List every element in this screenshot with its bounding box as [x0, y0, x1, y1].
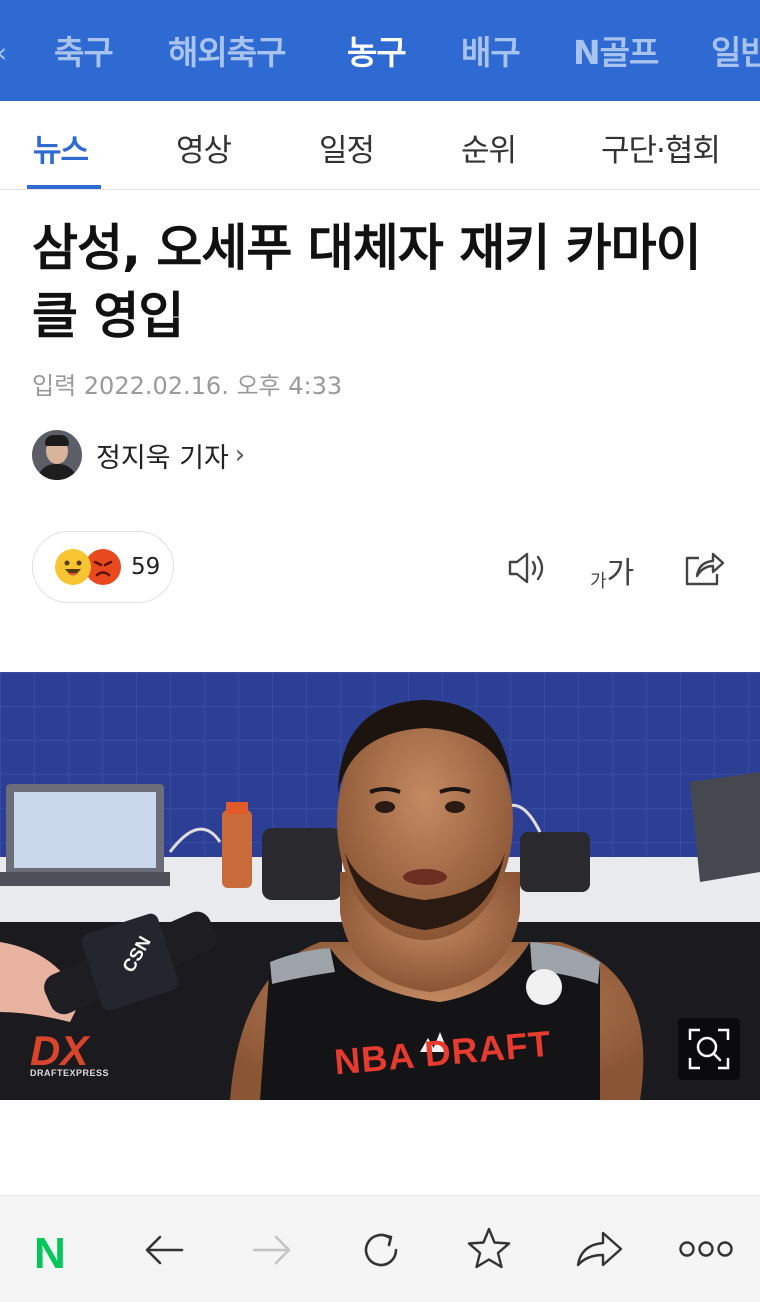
author-link[interactable]: 정지욱 기자 ›	[32, 430, 245, 480]
article-photo[interactable]: NBA DRAFT DX DRAFTEXPRESS CSN	[0, 672, 760, 1100]
smile-emoji-icon	[55, 549, 91, 585]
share-icon	[685, 552, 725, 586]
star-icon	[467, 1227, 511, 1269]
chevron-right-icon: ›	[234, 440, 246, 470]
article-title: 삼성, 오세푸 대체자 재키 카마이클 영입	[32, 219, 702, 345]
sport-category-nav: ‹ 축구 해외축구 농구 배구 N골프 일반	[0, 0, 760, 101]
font-size-small-label: 가	[590, 571, 607, 592]
sport-tab-volleyball[interactable]: 배구	[461, 26, 521, 74]
author-avatar	[32, 430, 82, 480]
reaction-count: 59	[131, 554, 161, 580]
text-to-speech-button[interactable]	[507, 550, 549, 590]
sport-tab-golf[interactable]: N골프	[573, 26, 659, 74]
share-page-button[interactable]	[573, 1225, 625, 1277]
forward-button[interactable]	[248, 1226, 296, 1278]
bookmark-button[interactable]	[464, 1224, 514, 1278]
share-button[interactable]	[683, 548, 725, 592]
sport-tab-basketball[interactable]: 농구	[347, 26, 407, 74]
tab-video[interactable]: 영상	[176, 125, 232, 170]
zoom-search-icon	[688, 1028, 730, 1070]
reload-icon	[364, 1233, 398, 1267]
font-size-large-label: 가	[606, 556, 635, 591]
author-name: 정지욱 기자	[96, 442, 229, 474]
sport-tab-overseas-soccer[interactable]: 해외축구	[168, 26, 286, 74]
more-menu-button[interactable]	[678, 1234, 734, 1268]
reaction-button[interactable]: 59	[32, 531, 174, 603]
naver-home-button[interactable]: N	[34, 1229, 66, 1279]
tab-schedule[interactable]: 일정	[319, 125, 375, 170]
sport-tab-general[interactable]: 일반	[711, 26, 760, 74]
active-tab-indicator	[27, 185, 101, 189]
tab-teams[interactable]: 구단·협회	[601, 125, 721, 170]
sport-tab-soccer[interactable]: 축구	[54, 26, 114, 74]
more-dots-icon	[679, 1241, 733, 1257]
arrow-left-icon	[145, 1235, 184, 1265]
forward-share-icon	[576, 1231, 623, 1267]
speaker-icon	[508, 552, 544, 584]
arrow-right-icon	[252, 1235, 291, 1265]
tab-ranking[interactable]: 순위	[461, 125, 517, 170]
section-tabs: 뉴스 영상 일정 순위 구단·협회	[0, 101, 760, 190]
article-date: 입력 2022.02.16. 오후 4:33	[32, 372, 343, 400]
tab-news[interactable]: 뉴스	[33, 125, 89, 170]
scroll-edge-indicator: ‹	[0, 36, 7, 69]
draftexpress-logo-sub: DRAFTEXPRESS	[30, 1068, 110, 1078]
back-button[interactable]	[140, 1226, 188, 1278]
browser-bottom-bar: N	[0, 1195, 760, 1302]
font-size-button[interactable]: 가가	[590, 548, 634, 592]
image-zoom-button[interactable]	[678, 1018, 740, 1080]
reload-button[interactable]	[356, 1225, 406, 1279]
